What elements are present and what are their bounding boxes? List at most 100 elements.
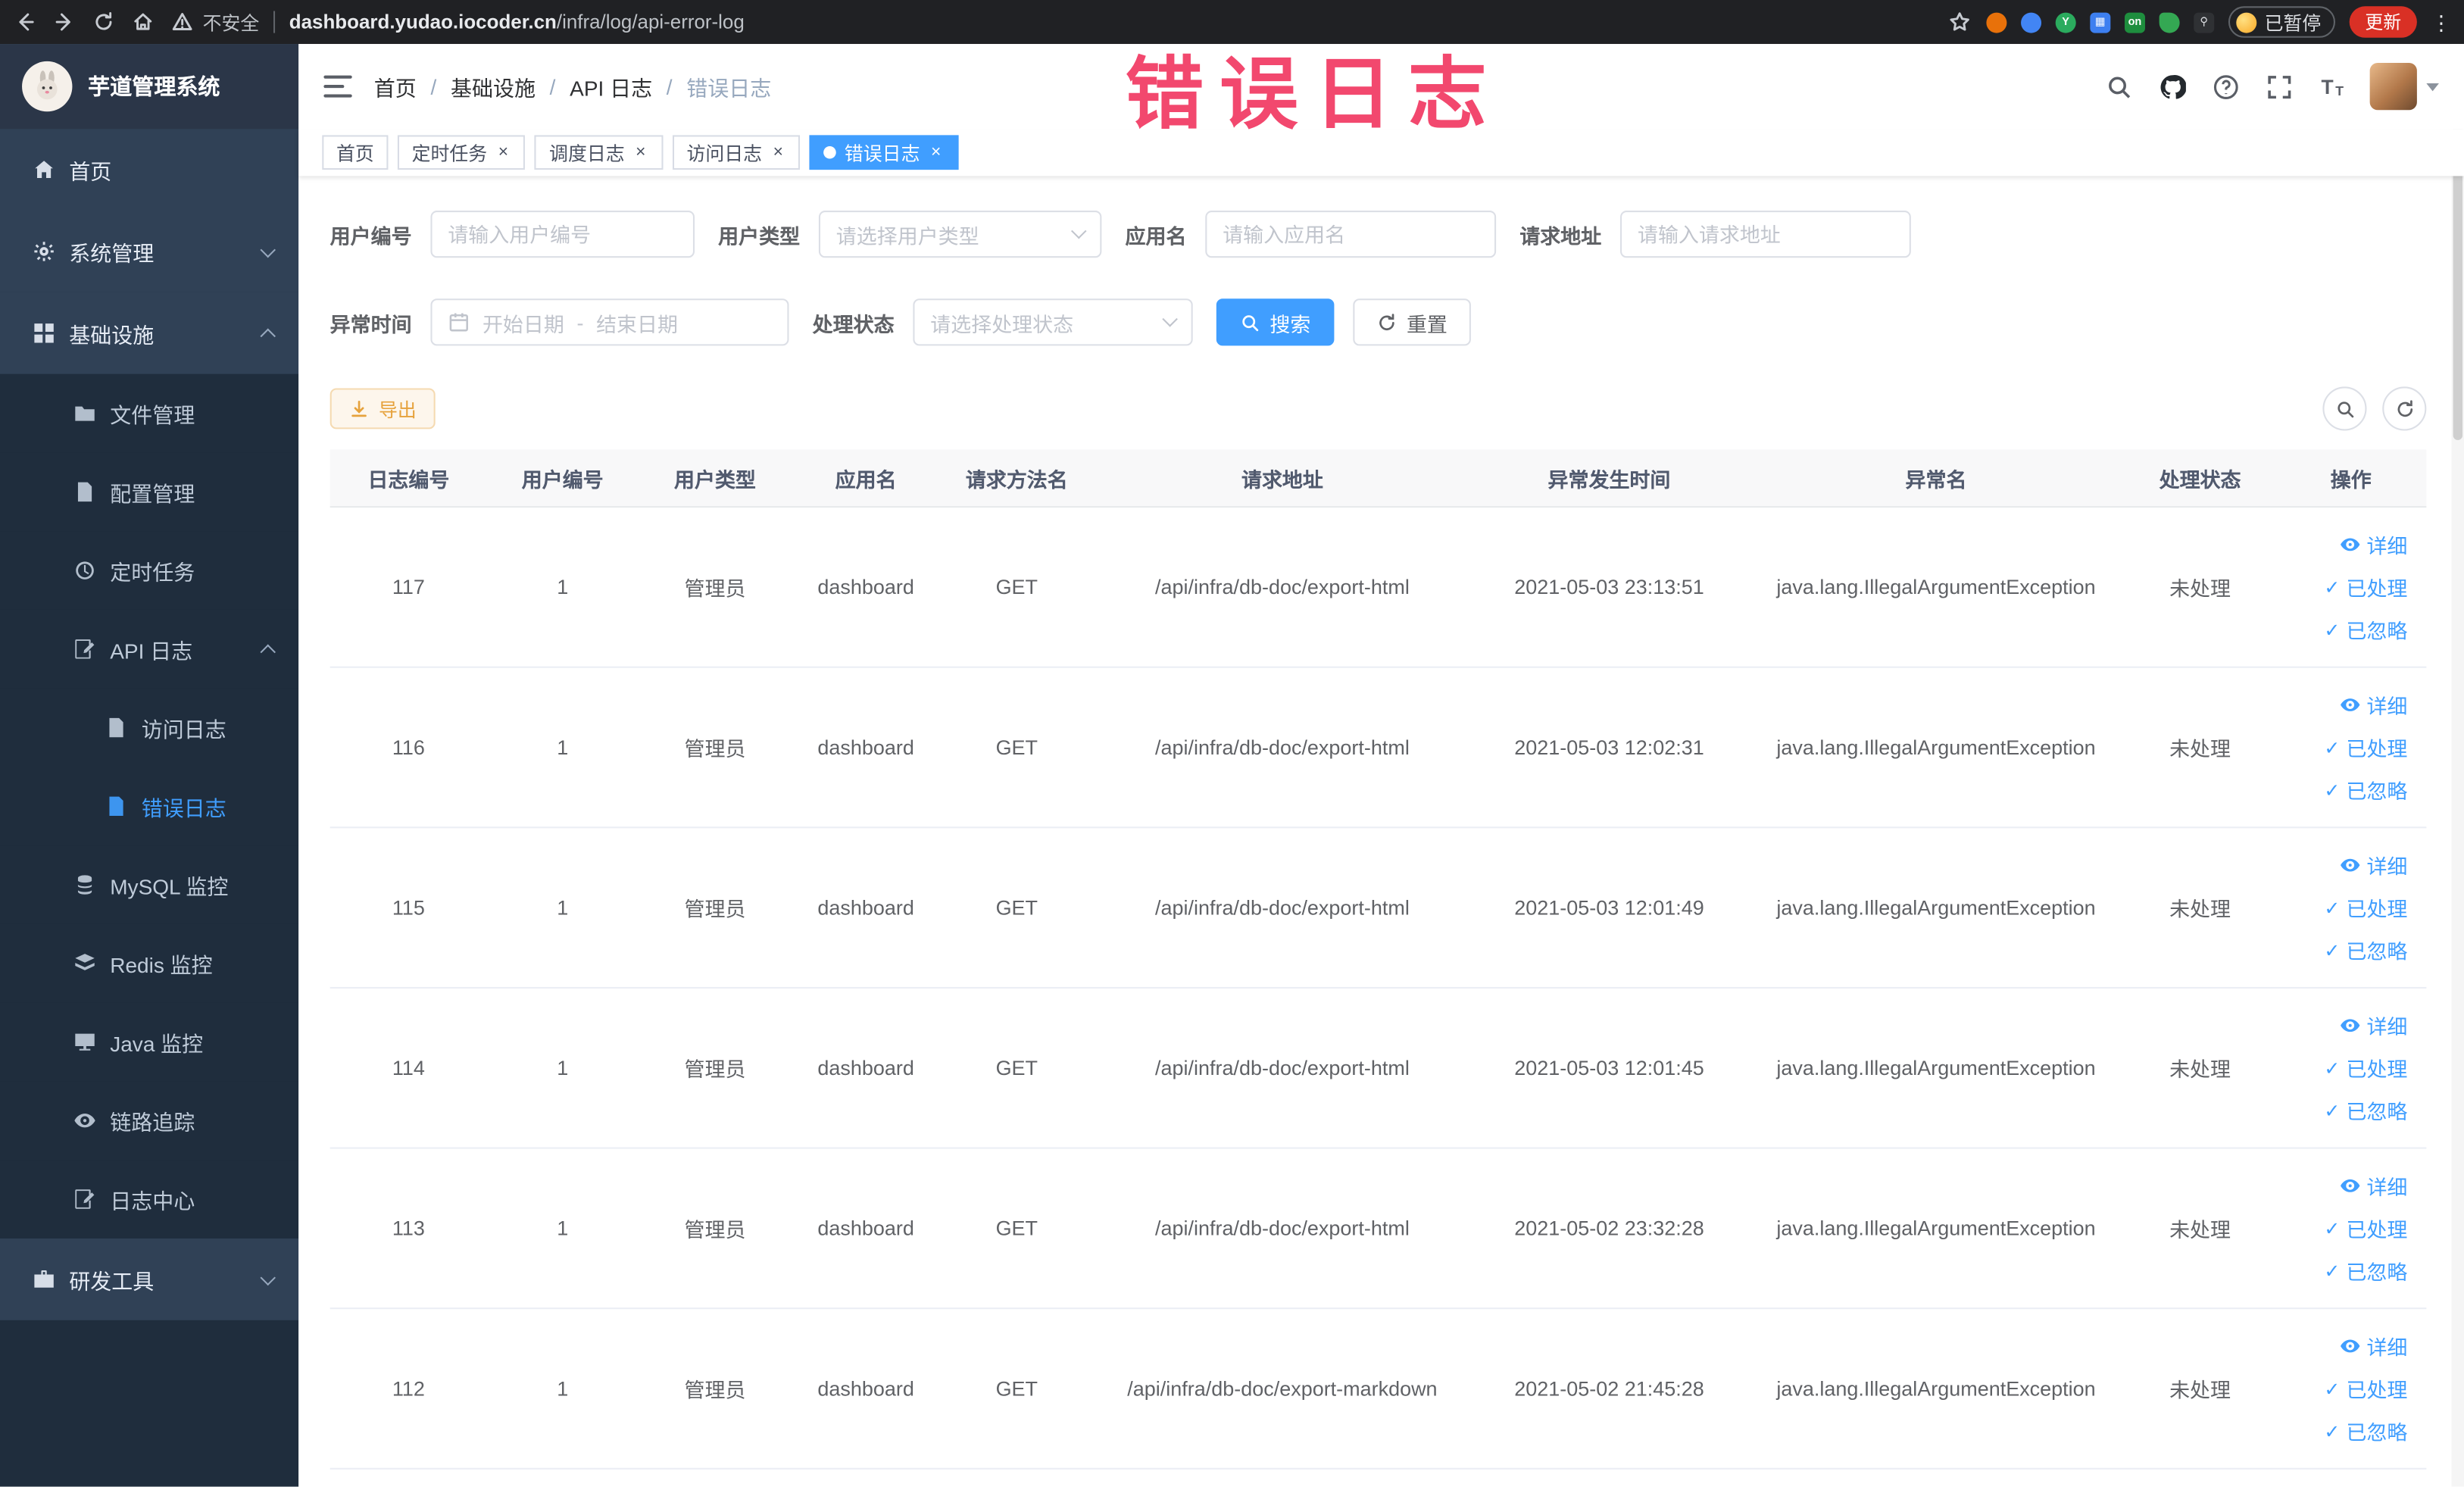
sidebar-item-日志中心[interactable]: 日志中心 — [0, 1160, 299, 1239]
extension-icon[interactable] — [2159, 11, 2180, 33]
ignored-link[interactable]: ✓ 已忽略 — [2324, 935, 2407, 964]
table-cell-method: GET — [995, 1216, 1038, 1240]
monitor-icon — [72, 1030, 95, 1054]
error-log-table: 日志编号 用户编号 用户类型 应用名 请求方法名 请求地址 异常发生时间 异常名 处理状态 操作 1… — [329, 449, 2427, 1470]
processed-link[interactable]: ✓ 已处理 — [2324, 892, 2407, 922]
close-tab-icon[interactable]: × — [770, 142, 786, 163]
extension-on-badge[interactable]: on — [2124, 11, 2145, 33]
table-cell-method: GET — [995, 1376, 1038, 1401]
update-button[interactable]: 更新 — [2349, 6, 2417, 38]
detail-link[interactable]: 详细 — [2340, 1171, 2407, 1201]
close-tab-icon[interactable]: × — [928, 142, 945, 163]
sidebar-item-链路追踪[interactable]: 链路追踪 — [0, 1081, 299, 1161]
check-icon: ✓ — [2324, 1259, 2341, 1282]
ignored-link[interactable]: ✓ 已忽略 — [2324, 614, 2407, 644]
detail-link[interactable]: 详细 — [2340, 690, 2407, 720]
request-url-input[interactable] — [1620, 211, 1911, 258]
home-icon[interactable] — [130, 9, 155, 34]
app-logo[interactable]: 芋道管理系统 — [0, 44, 299, 130]
ignored-link[interactable]: ✓ 已忽略 — [2324, 1095, 2407, 1125]
toggle-search-button[interactable] — [2322, 386, 2367, 431]
sidebar-item-研发工具[interactable]: 研发工具 — [0, 1238, 299, 1320]
fullscreen-icon[interactable] — [2263, 70, 2294, 102]
table-header-cell: 处理状态 — [2159, 467, 2241, 492]
export-button[interactable]: 导出 — [329, 388, 436, 430]
ignored-link[interactable]: ✓ 已忽略 — [2324, 775, 2407, 804]
detail-link[interactable]: 详细 — [2340, 850, 2407, 879]
paused-badge[interactable]: 已暂停 — [2228, 6, 2336, 38]
sidebar-item-MySQL-监控[interactable]: MySQL 监控 — [0, 845, 299, 924]
forward-icon[interactable] — [52, 9, 77, 34]
tab-访问日志[interactable]: 访问日志 × — [672, 135, 801, 170]
sidebar-item-Redis-监控[interactable]: Redis 监控 — [0, 923, 299, 1003]
user-id-input[interactable] — [430, 211, 695, 258]
close-tab-icon[interactable]: × — [495, 142, 512, 163]
reload-icon[interactable] — [91, 9, 116, 34]
timer-icon — [72, 559, 95, 583]
refresh-table-button[interactable] — [2382, 386, 2427, 431]
tab-调度日志[interactable]: 调度日志 × — [535, 135, 664, 170]
sidebar-item-文件管理[interactable]: 文件管理 — [0, 373, 299, 453]
table-cell-status: 未处理 — [2169, 897, 2231, 921]
ignored-link[interactable]: ✓ 已忽略 — [2324, 1256, 2407, 1286]
sidebar-item-定时任务[interactable]: 定时任务 — [0, 531, 299, 610]
search-icon[interactable] — [2103, 70, 2134, 102]
extension-icon[interactable] — [2021, 11, 2042, 33]
user-menu[interactable] — [2369, 62, 2439, 111]
annotation-watermark: 错误日志 — [1125, 50, 1503, 139]
table-header-cell: 用户类型 — [674, 467, 756, 492]
help-icon[interactable] — [2209, 70, 2241, 102]
detail-link[interactable]: 详细 — [2340, 1011, 2407, 1040]
reset-button[interactable]: 重置 — [1353, 298, 1472, 346]
chevron-down-icon — [260, 1269, 276, 1286]
tab-错误日志[interactable]: 错误日志 × — [810, 135, 959, 170]
breadcrumb-item[interactable]: 首页 — [374, 70, 417, 102]
app-title: 芋道管理系统 — [88, 73, 220, 99]
processed-link[interactable]: ✓ 已处理 — [2324, 1373, 2407, 1403]
font-size-icon[interactable]: TT — [2316, 70, 2347, 102]
processed-link[interactable]: ✓ 已处理 — [2324, 733, 2407, 762]
bookmark-star-icon[interactable] — [1947, 9, 1972, 34]
extension-icon[interactable]: Y — [2055, 11, 2076, 33]
sidebar-item-错误日志[interactable]: 错误日志 — [0, 767, 299, 846]
sidebar-item-Java-监控[interactable]: Java 监控 — [0, 1002, 299, 1082]
edit-doc-icon — [72, 637, 95, 661]
back-icon[interactable] — [13, 9, 38, 34]
breadcrumb-item[interactable]: API 日志 — [570, 70, 652, 102]
ignored-link[interactable]: ✓ 已忽略 — [2324, 1416, 2407, 1445]
processed-link[interactable]: ✓ 已处理 — [2324, 572, 2407, 601]
detail-link[interactable]: 详细 — [2340, 1331, 2407, 1360]
sidebar-item-系统管理[interactable]: 系统管理 — [0, 211, 299, 292]
browser-menu-icon[interactable]: ⋮ — [2431, 12, 2452, 33]
table-cell-actions: 详细 ✓ 已处理 ✓ 已忽略 — [2275, 828, 2426, 987]
table-cell-app: dashboard — [817, 1056, 914, 1080]
tab-首页[interactable]: 首页 — [322, 135, 389, 170]
close-tab-icon[interactable]: × — [632, 142, 649, 163]
scrollbar[interactable] — [2451, 44, 2464, 1487]
detail-link[interactable]: 详细 — [2340, 530, 2407, 559]
user-type-select[interactable]: 请选择用户类型 — [818, 211, 1102, 258]
process-status-select[interactable]: 请选择处理状态 — [913, 298, 1193, 346]
extension-icon[interactable]: ▦ — [2090, 11, 2111, 33]
sidebar-item-配置管理[interactable]: 配置管理 — [0, 452, 299, 532]
sidebar-item-首页[interactable]: 首页 — [0, 129, 299, 211]
processed-link[interactable]: ✓ 已处理 — [2324, 1214, 2407, 1243]
table-cell-user_type: 管理员 — [684, 1057, 746, 1082]
tab-定时任务[interactable]: 定时任务 × — [397, 135, 526, 170]
collapse-menu-icon[interactable] — [323, 75, 352, 98]
table-cell-exception: java.lang.IllegalArgumentException — [1776, 735, 2096, 760]
breadcrumb-item[interactable]: 基础设施 — [451, 70, 536, 102]
sidebar-item-访问日志[interactable]: 访问日志 — [0, 688, 299, 767]
address-bar[interactable]: dashboard.yudao.iocoder.cn/infra/log/api… — [289, 11, 1933, 33]
date-range-picker[interactable]: 开始日期 - 结束日期 — [430, 298, 789, 346]
app-name-input[interactable] — [1205, 211, 1497, 258]
github-icon[interactable] — [2156, 70, 2187, 102]
puzzle-extensions-icon[interactable]: ⚲ — [2194, 11, 2215, 33]
extension-icon[interactable] — [1986, 11, 2007, 33]
sidebar-item-API-日志[interactable]: API 日志 — [0, 609, 299, 689]
url-host: dashboard.yudao.iocoder.cn — [289, 11, 557, 33]
sidebar-item-基础设施[interactable]: 基础设施 — [0, 292, 299, 374]
security-chip[interactable]: 不安全 — [170, 8, 259, 35]
search-button[interactable]: 搜索 — [1216, 298, 1335, 346]
processed-link[interactable]: ✓ 已处理 — [2324, 1053, 2407, 1082]
